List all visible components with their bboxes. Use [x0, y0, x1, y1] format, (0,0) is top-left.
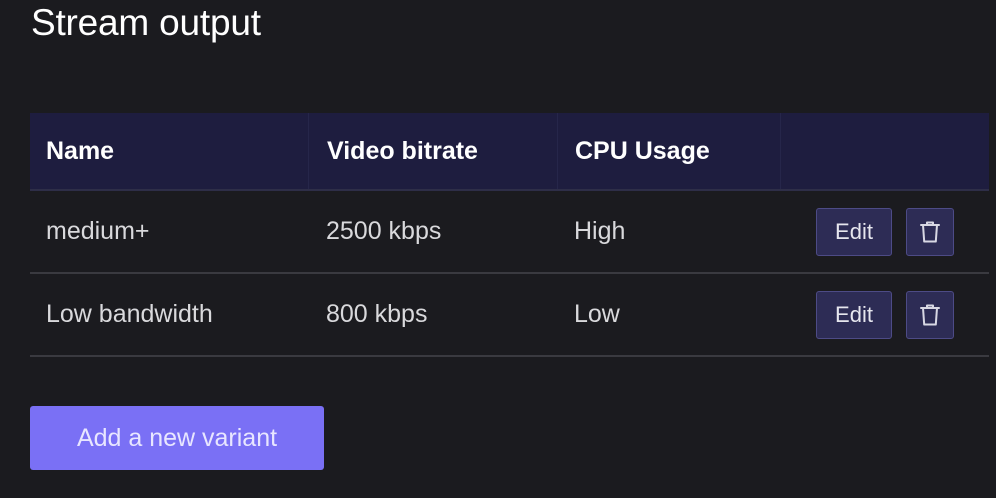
table-row: medium+ 2500 kbps High Edit: [30, 191, 989, 274]
edit-button[interactable]: Edit: [816, 207, 892, 256]
page-title: Stream output: [31, 2, 261, 43]
column-header-actions: [780, 113, 989, 189]
column-header-video-bitrate: Video bitrate: [308, 113, 557, 189]
table-header-row: Name Video bitrate CPU Usage: [30, 113, 989, 191]
table-row: Low bandwidth 800 kbps Low Edit: [30, 274, 989, 357]
variant-cpu-usage: Low: [574, 300, 620, 328]
stream-variants-table: Name Video bitrate CPU Usage medium+ 250…: [30, 113, 989, 357]
trash-icon: [920, 304, 940, 325]
variant-name: Low bandwidth: [46, 300, 213, 328]
delete-button[interactable]: [906, 290, 954, 339]
variant-bitrate: 800 kbps: [326, 300, 428, 328]
delete-button[interactable]: [906, 207, 954, 256]
variant-bitrate: 2500 kbps: [326, 217, 442, 245]
trash-icon: [920, 221, 940, 242]
column-header-cpu-usage: CPU Usage: [557, 113, 780, 189]
add-variant-button[interactable]: Add a new variant: [30, 406, 324, 470]
column-header-name: Name: [46, 136, 115, 165]
variant-cpu-usage: High: [574, 217, 626, 245]
variant-name: medium+: [46, 217, 150, 245]
edit-button[interactable]: Edit: [816, 290, 892, 339]
